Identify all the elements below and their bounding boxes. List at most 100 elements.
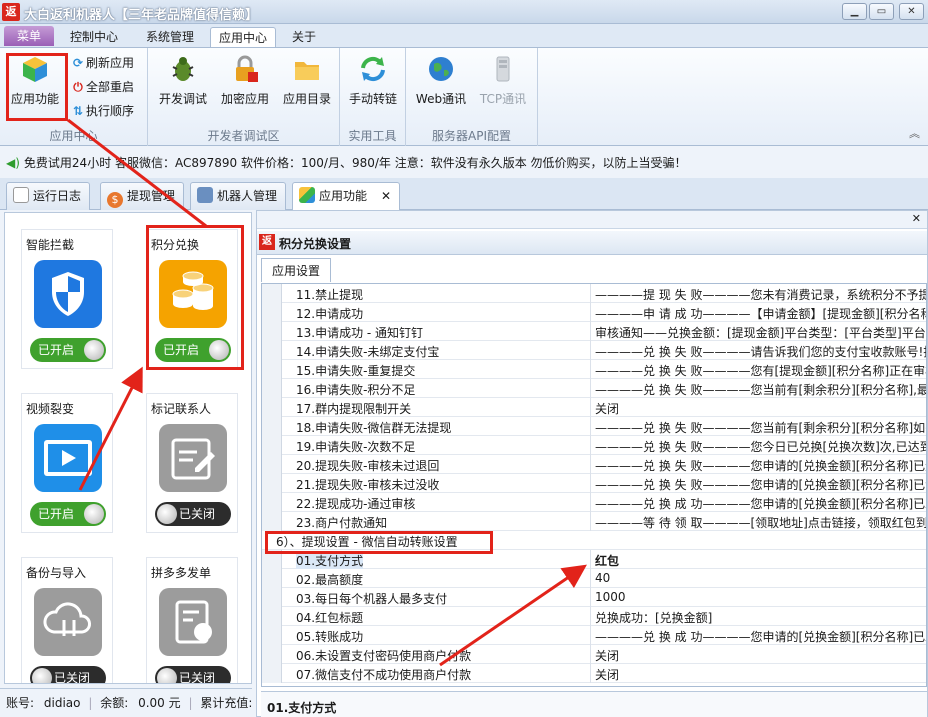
convert-arrows-icon — [358, 54, 388, 84]
setting-value[interactable]: 审核通知——兑换金额：[提现金额]平台类型：[平台类型]平台账 — [590, 322, 926, 341]
setting-value[interactable]: 兑换成功：[兑换金额] — [590, 607, 926, 626]
setting-value[interactable]: 1000 — [590, 588, 926, 607]
setting-value[interactable]: ————兑 换 失 败————您当前有[剩余积分][积分名称]如需兑 — [590, 417, 926, 436]
setting-value[interactable]: ————等 待 领 取————[领取地址]点击链接，领取红包到您 — [590, 512, 926, 531]
settings-row[interactable]: 20.提现失败-审核未过退回 ————兑 换 失 败————您申请的[兑换金额][… — [262, 455, 926, 474]
app-toggle-on[interactable]: 已开启 — [30, 338, 106, 362]
refresh-apps-button[interactable]: ⟳ 刷新应用 — [70, 54, 134, 74]
settings-row[interactable]: 13.申请成功 - 通知钉钉 审核通知——兑换金额：[提现金额]平台类型：[平台类… — [262, 322, 926, 341]
setting-value[interactable]: ————申 请 成 功————【申请金额】[提现金额][积分名称] — [590, 303, 926, 322]
app-card-points-exchange[interactable]: 积分兑换 已开启 — [146, 229, 238, 369]
settings-row[interactable]: 19.申请失败-次数不足 ————兑 换 失 败————您今日已兑换[兑换次数]次… — [262, 436, 926, 455]
close-tab-icon[interactable]: ✕ — [381, 189, 391, 203]
dev-debug-button[interactable]: 开发调试 — [152, 52, 214, 118]
setting-value[interactable]: ————兑 换 失 败————您今日已兑换[兑换次数]次,已达到上 — [590, 436, 926, 455]
row-gutter — [262, 284, 282, 303]
settings-row[interactable]: 14.申请失败-未绑定支付宝 ————兑 换 失 败————请告诉我们您的支付宝收… — [262, 341, 926, 360]
setting-value[interactable]: ————兑 换 失 败————请告诉我们您的支付宝收款账号!指 — [590, 341, 926, 360]
tab-control-center[interactable]: 控制中心 — [62, 27, 126, 48]
toggle-label: 已关闭 — [179, 507, 216, 521]
tab-robot-management[interactable]: 机器人管理 — [190, 182, 287, 210]
settings-row[interactable]: 01.支付方式 红包 — [262, 550, 926, 569]
app-name: 拼多多发单 — [151, 566, 212, 580]
close-button[interactable]: ✕ — [899, 3, 924, 20]
tab-app-center[interactable]: 应用中心 — [210, 27, 277, 48]
setting-value[interactable]: 40 — [590, 569, 926, 588]
close-panel-icon[interactable]: ✕ — [912, 212, 921, 225]
tab-about[interactable]: 关于 — [284, 27, 324, 48]
settings-row[interactable]: 12.申请成功 ————申 请 成 功————【申请金额】[提现金额][积分名称] — [262, 303, 926, 322]
settings-row[interactable]: 06.未设置支付密码使用商户付款 关闭 — [262, 645, 926, 664]
row-gutter — [262, 322, 282, 341]
settings-row[interactable]: 02.最高额度 40 — [262, 569, 926, 588]
toggle-label: 已关闭 — [54, 671, 91, 684]
toggle-knob-icon — [84, 340, 104, 360]
panel-top-strip: ✕ — [257, 211, 927, 229]
setting-value[interactable]: ————兑 换 失 败————您当前有[剩余积分][积分名称],最低 — [590, 379, 926, 398]
app-functions-button[interactable]: 应用功能 — [4, 52, 66, 118]
tab-system-management[interactable]: 系统管理 — [138, 27, 202, 48]
settings-row[interactable]: 22.提现成功-通过审核 ————兑 换 成 功————您申请的[兑换金额][积分… — [262, 493, 926, 512]
settings-row[interactable]: 07.微信支付不成功使用商户付款 关闭 — [262, 664, 926, 683]
setting-value[interactable]: ————兑 换 成 功————您申请的[兑换金额][积分名称]已发放 — [590, 493, 926, 512]
execution-order-button[interactable]: ⇅ 执行顺序 — [70, 102, 134, 122]
settings-row[interactable]: 21.提现失败-审核未过没收 ————兑 换 失 败————您申请的[兑换金额][… — [262, 474, 926, 493]
toggle-knob-icon — [32, 668, 52, 683]
setting-value[interactable]: 关闭 — [590, 398, 926, 417]
setting-value[interactable]: ————兑 换 失 败————您有[提现金额][积分名称]正在审核 — [590, 360, 926, 379]
setting-key: 04.红包标题 — [296, 611, 364, 625]
restore-button[interactable]: ▭ — [869, 3, 894, 20]
setting-value[interactable]: ————兑 换 失 败————您申请的[兑换金额][积分名称]已没收 — [590, 474, 926, 493]
setting-key: 21.提现失败-审核未过没收 — [296, 478, 440, 492]
tab-run-log[interactable]: 运行日志 — [6, 182, 91, 210]
manual-convert-link-button[interactable]: 手动转链 — [342, 52, 404, 118]
app-directory-button[interactable]: 应用目录 — [276, 52, 338, 118]
settings-row[interactable]: 15.申请失败-重复提交 ————兑 换 失 败————您有[提现金额][积分名称… — [262, 360, 926, 379]
settings-row[interactable]: 18.申请失败-微信群无法提现 ————兑 换 失 败————您当前有[剩余积分]… — [262, 417, 926, 436]
settings-row[interactable]: 03.每日每个机器人最多支付 1000 — [262, 588, 926, 607]
ribbon-group-label: 服务器API配置 — [432, 129, 511, 143]
app-toggle-off[interactable]: 已关闭 — [155, 666, 231, 684]
app-card-backup-import[interactable]: 备份与导入 已关闭 — [21, 557, 113, 684]
tcp-comm-button[interactable]: TCP通讯 — [472, 52, 534, 118]
tab-run-log-label: 运行日志 — [33, 189, 82, 203]
menu-button[interactable]: 菜单 — [4, 26, 54, 46]
settings-row[interactable]: 05.转账成功 ————兑 换 成 功————您申请的[兑换金额][积分名称]已发… — [262, 626, 926, 645]
settings-row[interactable]: 23.商户付款通知 ————等 待 领 取————[领取地址]点击链接，领取红包到… — [262, 512, 926, 531]
toggle-label: 已关闭 — [179, 671, 216, 684]
row-gutter — [262, 607, 282, 626]
setting-value[interactable]: ————兑 换 成 功————您申请的[兑换金额][积分名称]已发放 — [590, 626, 926, 645]
settings-row[interactable]: 17.群内提现限制开关 关闭 — [262, 398, 926, 417]
app-toggle-off[interactable]: 已关闭 — [30, 666, 106, 684]
setting-key: 15.申请失败-重复提交 — [296, 364, 416, 378]
tab-app-functions[interactable]: 应用功能 ✕ — [292, 182, 401, 211]
setting-key: 03.每日每个机器人最多支付 — [296, 592, 448, 606]
settings-row[interactable]: 16.申请失败-积分不足 ————兑 换 失 败————您当前有[剩余积分][积分… — [262, 379, 926, 398]
robot-icon — [197, 187, 213, 203]
setting-key: 14.申请失败-未绑定支付宝 — [296, 345, 440, 359]
app-card-pdd-order[interactable]: 拼多多发单 已关闭 — [146, 557, 238, 684]
tab-app-settings[interactable]: 应用设置 — [261, 258, 332, 282]
settings-row[interactable]: 04.红包标题 兑换成功：[兑换金额] — [262, 607, 926, 626]
app-card-smart-intercept[interactable]: 智能拦截 已开启 — [21, 229, 113, 369]
encrypt-app-button[interactable]: 加密应用 — [214, 52, 276, 118]
web-comm-button[interactable]: Web通讯 — [410, 52, 472, 118]
app-card-video-fission[interactable]: 视频裂变 已开启 — [21, 393, 113, 533]
setting-value[interactable]: 红包 — [590, 550, 926, 569]
setting-value[interactable]: ————提 现 失 败————您未有消费记录，系统积分不予提现 — [590, 284, 926, 303]
minimize-button[interactable]: ▁ — [842, 3, 867, 20]
app-toggle-off[interactable]: 已关闭 — [155, 502, 231, 526]
tab-withdraw-management[interactable]: $ 提现管理 — [100, 182, 185, 210]
collapse-ribbon-icon[interactable]: ︽ — [909, 125, 920, 141]
settings-section-header[interactable]: 6）、提现设置 - 微信自动转账设置 — [262, 531, 926, 550]
app-toggle-on[interactable]: 已开启 — [155, 338, 231, 362]
restart-all-button[interactable]: ⏻ 全部重启 — [70, 78, 134, 98]
app-name: 标记联系人 — [151, 402, 212, 416]
settings-row[interactable]: 11.禁止提现 ————提 现 失 败————您未有消费记录，系统积分不予提现 — [262, 284, 926, 303]
app-toggle-on[interactable]: 已开启 — [30, 502, 106, 526]
setting-value[interactable]: ————兑 换 失 败————您申请的[兑换金额][积分名称]已退回 — [590, 455, 926, 474]
settings-title: 积分兑换设置 — [279, 237, 352, 251]
setting-value[interactable]: 关闭 — [590, 645, 926, 664]
setting-value[interactable]: 关闭 — [590, 664, 926, 683]
app-card-mark-contacts[interactable]: 标记联系人 已关闭 — [146, 393, 238, 533]
